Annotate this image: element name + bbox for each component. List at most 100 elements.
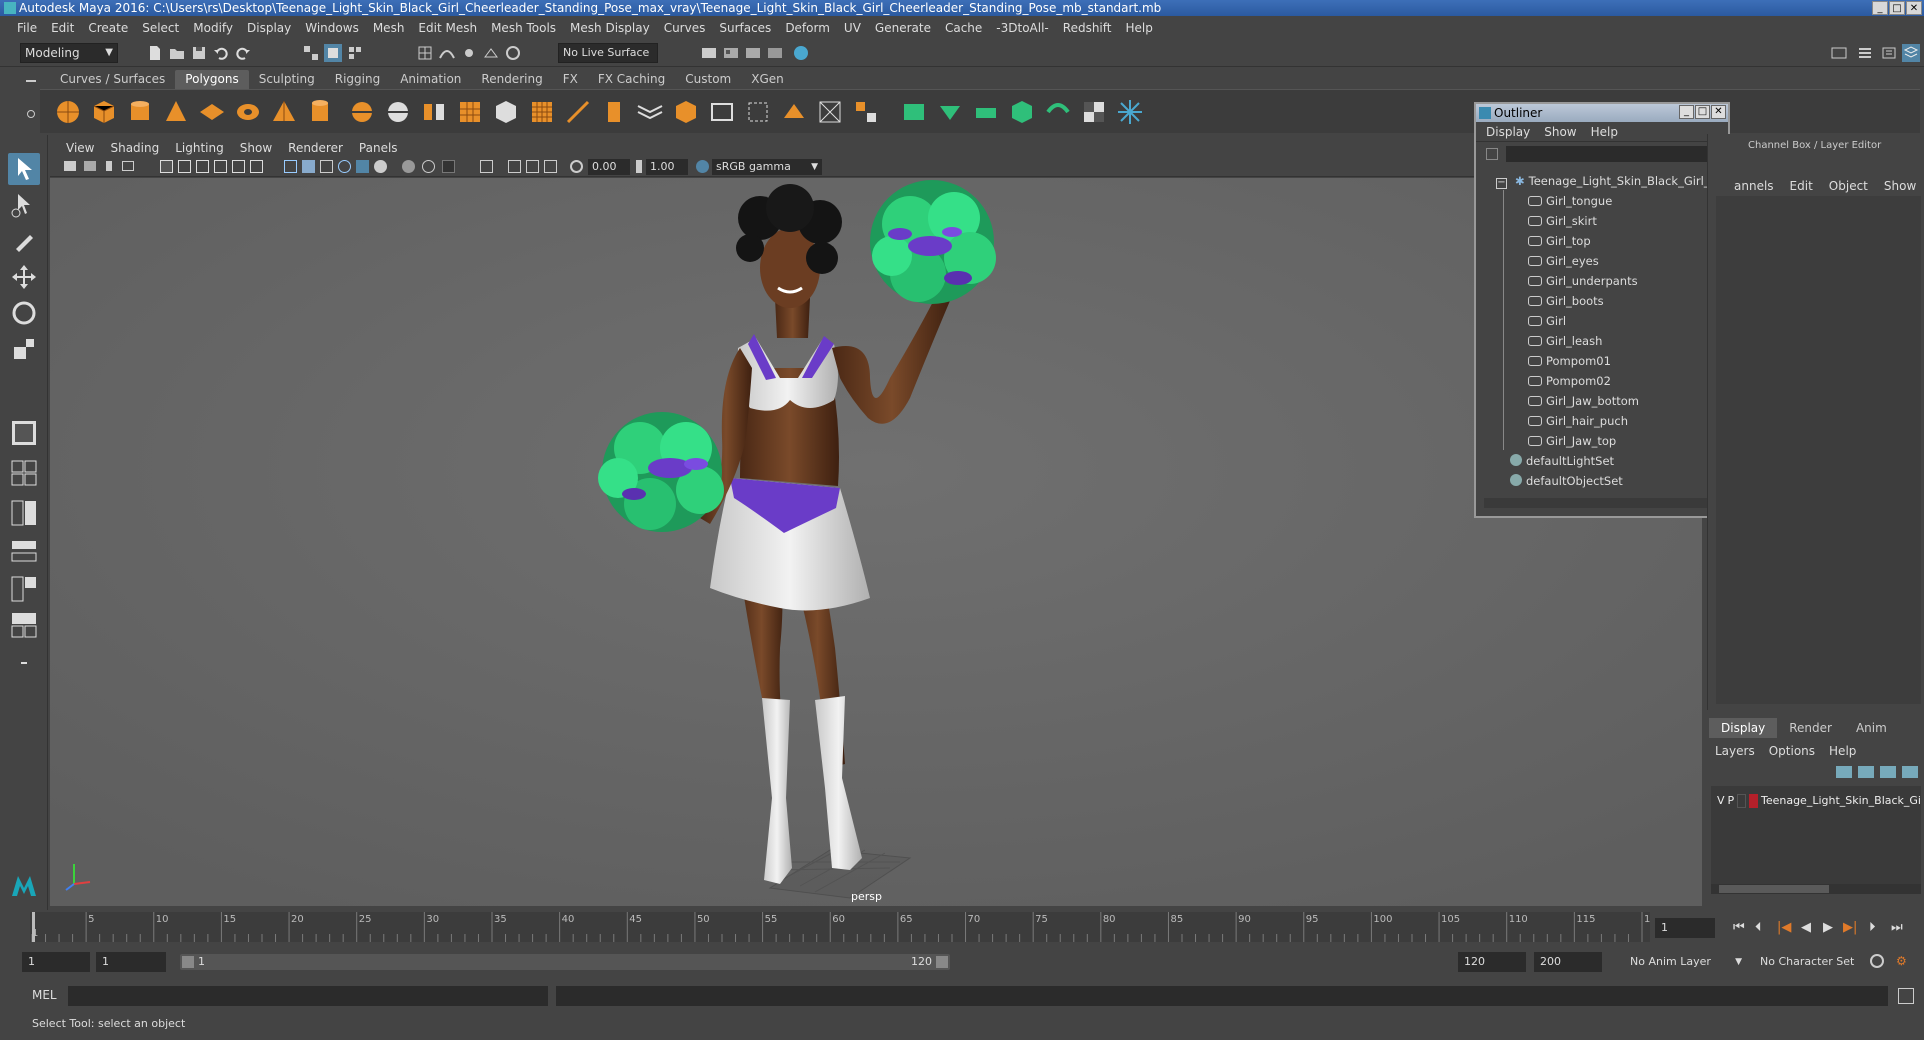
- film-gate-icon[interactable]: [178, 160, 191, 173]
- paint-select-tool-icon[interactable]: [8, 225, 40, 257]
- outliner-maximize-button[interactable]: □: [1695, 105, 1710, 119]
- menu-select[interactable]: Select: [135, 21, 186, 35]
- automatic-map-icon[interactable]: [816, 98, 844, 126]
- menu-windows[interactable]: Windows: [298, 21, 366, 35]
- collapse-icon[interactable]: −: [1496, 178, 1507, 189]
- outliner-filter-icon[interactable]: [1486, 148, 1498, 160]
- tab-xgen[interactable]: XGen: [741, 70, 794, 89]
- tree-item-mesh[interactable]: Pompom02: [1528, 372, 1611, 390]
- select-hierarchy-icon[interactable]: [302, 44, 320, 62]
- menu-deform[interactable]: Deform: [778, 21, 837, 35]
- menu-edit[interactable]: Edit: [44, 21, 81, 35]
- cb-menu-object[interactable]: Object: [1823, 179, 1878, 193]
- go-to-start-icon[interactable]: ⏮: [1733, 920, 1745, 935]
- step-forward-icon[interactable]: ⏵: [1869, 920, 1876, 935]
- color-space-dropdown[interactable]: sRGB gamma ▼: [712, 159, 822, 175]
- menu-3dtoall[interactable]: -3DtoAll-: [989, 21, 1055, 35]
- wireframe-on-shaded-icon[interactable]: [320, 160, 333, 173]
- shadows-icon[interactable]: [374, 160, 387, 173]
- menu-modify[interactable]: Modify: [186, 21, 240, 35]
- workspace-icon[interactable]: [1830, 44, 1848, 62]
- tab-render[interactable]: Render: [1777, 718, 1844, 738]
- wireframe-icon[interactable]: [284, 160, 297, 173]
- cb-menu-show[interactable]: Show: [1878, 179, 1924, 193]
- snap-curve-icon[interactable]: [438, 44, 456, 62]
- poly-torus-icon[interactable]: [234, 98, 262, 126]
- layout-four-pane-icon[interactable]: [8, 457, 40, 489]
- new-layer-from-selection-icon[interactable]: [1902, 766, 1918, 778]
- menu-create[interactable]: Create: [81, 21, 135, 35]
- tab-custom[interactable]: Custom: [675, 70, 741, 89]
- tree-item-mesh[interactable]: Pompom01: [1528, 352, 1611, 370]
- field-chart-icon[interactable]: [232, 160, 245, 173]
- attribute-editor-toggle-icon[interactable]: [1856, 44, 1874, 62]
- tab-fx-caching[interactable]: FX Caching: [588, 70, 675, 89]
- range-handle-left[interactable]: [182, 956, 194, 968]
- bevel-icon[interactable]: [672, 98, 700, 126]
- use-all-lights-icon[interactable]: [356, 160, 369, 173]
- outliner-menu-display[interactable]: Display: [1486, 125, 1544, 139]
- image-plane-icon[interactable]: [122, 161, 134, 171]
- scale-tool-icon[interactable]: [8, 333, 40, 365]
- poly-pipe-icon[interactable]: [306, 98, 334, 126]
- step-back-icon[interactable]: ⏴: [1755, 920, 1762, 935]
- cut-uv-icon[interactable]: [852, 98, 880, 126]
- outliner-horizontal-scrollbar[interactable]: [1484, 498, 1708, 508]
- menu-curves[interactable]: Curves: [657, 21, 713, 35]
- cb-menu-channels[interactable]: annels: [1728, 179, 1784, 193]
- outliner-minimize-button[interactable]: _: [1679, 105, 1694, 119]
- playback-end-field[interactable]: 120: [1458, 952, 1526, 972]
- poly-pyramid-icon[interactable]: [270, 98, 298, 126]
- render-settings-icon[interactable]: [766, 44, 784, 62]
- select-tool-icon[interactable]: [8, 153, 40, 185]
- tree-item-mesh[interactable]: Girl_eyes: [1528, 252, 1599, 270]
- live-surface-field[interactable]: No Live Surface: [558, 43, 658, 63]
- open-scene-icon[interactable]: [168, 44, 186, 62]
- tree-item-mesh[interactable]: Girl_Jaw_bottom: [1528, 392, 1639, 410]
- play-forwards-icon[interactable]: ▶: [1823, 920, 1833, 935]
- hud-icon[interactable]: [508, 160, 521, 173]
- uv-layout-icon[interactable]: [708, 98, 736, 126]
- tree-item-mesh[interactable]: Girl: [1528, 312, 1566, 330]
- move-layer-up-icon[interactable]: [1836, 766, 1852, 778]
- layer-playback-toggle[interactable]: P: [1728, 792, 1735, 810]
- tree-item-mesh[interactable]: Girl_Jaw_top: [1528, 432, 1616, 450]
- poly-cylinder-icon[interactable]: [126, 98, 154, 126]
- outliner-search-input[interactable]: [1506, 146, 1724, 162]
- isolate-view-icon[interactable]: [480, 160, 493, 173]
- menu-redshift[interactable]: Redshift: [1056, 21, 1119, 35]
- tab-animation[interactable]: Animation: [390, 70, 471, 89]
- xray-icon[interactable]: [402, 160, 415, 173]
- tab-fx[interactable]: FX: [553, 70, 588, 89]
- tree-item-root[interactable]: − ✱ Teenage_Light_Skin_Black_Girl_Cl: [1496, 172, 1710, 190]
- command-input[interactable]: [68, 986, 548, 1006]
- animation-start-field[interactable]: 1: [22, 952, 90, 972]
- poly-plane-icon[interactable]: [198, 98, 226, 126]
- layer-color-swatch[interactable]: [1748, 794, 1758, 808]
- snap-view-plane-icon[interactable]: [482, 44, 500, 62]
- textured-icon[interactable]: [338, 160, 351, 173]
- tree-item-set[interactable]: defaultLightSet: [1510, 452, 1614, 470]
- undo-icon[interactable]: [212, 44, 230, 62]
- le-menu-help[interactable]: Help: [1829, 744, 1870, 758]
- le-menu-layers[interactable]: Layers: [1715, 744, 1769, 758]
- tree-item-set[interactable]: defaultObjectSet: [1510, 472, 1623, 490]
- bridge-icon[interactable]: [636, 98, 664, 126]
- tool-settings-toggle-icon[interactable]: [1880, 44, 1898, 62]
- script-editor-icon[interactable]: [1898, 988, 1914, 1004]
- layer-visibility-toggle[interactable]: V: [1717, 792, 1725, 810]
- make-live-icon[interactable]: [504, 44, 522, 62]
- motion-blur-icon[interactable]: [544, 160, 557, 173]
- redo-icon[interactable]: [234, 44, 252, 62]
- select-component-icon[interactable]: [346, 44, 364, 62]
- exposure-icon[interactable]: [570, 160, 583, 173]
- menu-surfaces[interactable]: Surfaces: [712, 21, 778, 35]
- checker-icon[interactable]: [1080, 98, 1108, 126]
- minimize-button[interactable]: _: [1872, 1, 1888, 15]
- animation-preferences-icon[interactable]: ⚙: [1896, 954, 1910, 968]
- rotate-tool-icon[interactable]: [8, 297, 40, 329]
- xray-joints-icon[interactable]: [422, 160, 435, 173]
- menu-edit-mesh[interactable]: Edit Mesh: [411, 21, 484, 35]
- shelf-settings-icon[interactable]: [27, 110, 35, 118]
- render-view-icon[interactable]: [700, 44, 718, 62]
